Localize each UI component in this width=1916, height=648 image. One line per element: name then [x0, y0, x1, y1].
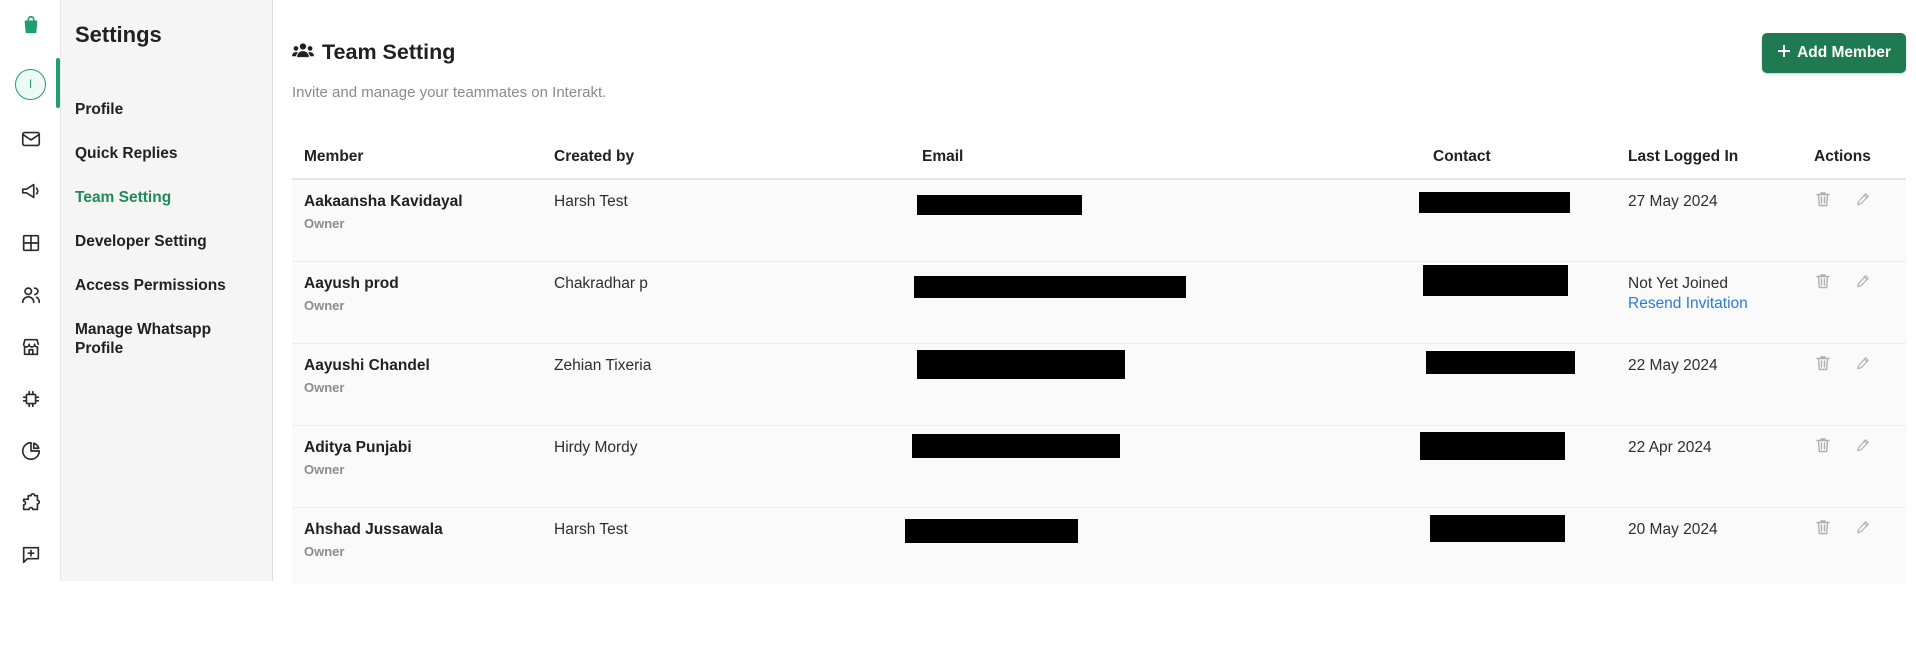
sidebar-item-developer-setting[interactable]: Developer Setting [75, 232, 265, 251]
trash-icon[interactable] [1814, 190, 1832, 208]
member-role: Owner [304, 462, 345, 477]
page-subtitle: Invite and manage your teammates on Inte… [292, 84, 607, 101]
table-row: Aditya Punjabi Owner Hirdy Mordy 22 Apr … [292, 426, 1906, 508]
member-name: Aayush prod [304, 275, 399, 292]
email-redacted [912, 434, 1120, 458]
contact-redacted [1419, 192, 1570, 213]
email-redacted [914, 276, 1186, 298]
column-header-created-by: Created by [554, 148, 635, 165]
table-row: Aayush prod Owner Chakradhar p Not Yet J… [292, 262, 1906, 344]
column-header-last-logged-in: Last Logged In [1628, 148, 1739, 165]
pencil-icon[interactable] [1854, 436, 1872, 454]
member-name: Aayushi Chandel [304, 357, 430, 374]
member-role: Owner [304, 380, 345, 395]
created-by: Chakradhar p [554, 275, 648, 292]
users-icon[interactable] [0, 273, 61, 317]
resend-invitation-link[interactable]: Resend Invitation [1628, 295, 1748, 313]
pencil-icon[interactable] [1854, 354, 1872, 372]
column-header-contact: Contact [1433, 148, 1491, 165]
message-plus-icon[interactable] [0, 533, 61, 577]
megaphone-icon[interactable] [0, 169, 61, 213]
last-logged-in: 22 Apr 2024 [1628, 439, 1712, 456]
team-icon [292, 40, 314, 65]
sidebar-item-manage-whatsapp-profile[interactable]: Manage Whatsapp Profile [75, 320, 225, 358]
main-content: Team Setting Invite and manage your team… [292, 0, 1908, 584]
settings-sidebar: Settings Profile Quick Replies Team Sett… [61, 0, 273, 581]
sidebar-title: Settings [75, 22, 162, 47]
contact-redacted [1420, 432, 1565, 460]
member-name: Aakaansha Kavidayal [304, 193, 463, 210]
contact-redacted [1430, 515, 1565, 542]
created-by: Hirdy Mordy [554, 439, 638, 456]
store-icon[interactable] [0, 325, 61, 369]
sidebar-item-quick-replies[interactable]: Quick Replies [75, 144, 265, 163]
icon-rail: I [0, 0, 61, 581]
shopping-bag-icon[interactable] [0, 3, 61, 47]
team-table: Member Created by Email Contact Last Log… [292, 140, 1906, 584]
table-row: Aakaansha Kavidayal Owner Harsh Test 27 … [292, 180, 1906, 262]
created-by: Harsh Test [554, 521, 628, 538]
avatar: I [15, 68, 46, 100]
pencil-icon[interactable] [1854, 518, 1872, 536]
member-role: Owner [304, 216, 345, 231]
column-header-email: Email [922, 148, 964, 165]
mail-icon[interactable] [0, 117, 61, 161]
trash-icon[interactable] [1814, 436, 1832, 454]
trash-icon[interactable] [1814, 272, 1832, 290]
created-by: Harsh Test [554, 193, 628, 210]
table-row: Aayushi Chandel Owner Zehian Tixeria 22 … [292, 344, 1906, 426]
profile-avatar[interactable]: I [0, 62, 61, 106]
sidebar-item-profile[interactable]: Profile [75, 100, 265, 119]
plus-icon [1777, 44, 1791, 63]
contact-redacted [1423, 265, 1568, 296]
add-member-button[interactable]: Add Member [1762, 33, 1906, 73]
settings-nav: Profile Quick Replies Team Setting Devel… [75, 100, 265, 383]
table-header: Member Created by Email Contact Last Log… [292, 140, 1906, 180]
contact-redacted [1426, 351, 1575, 374]
add-member-label: Add Member [1797, 44, 1891, 61]
member-name: Aditya Punjabi [304, 439, 412, 456]
last-logged-in: 27 May 2024 [1628, 193, 1718, 210]
pie-chart-icon[interactable] [0, 429, 61, 473]
column-header-actions: Actions [1814, 148, 1871, 165]
page-title-text: Team Setting [322, 40, 456, 64]
puzzle-icon[interactable] [0, 481, 61, 525]
pencil-icon[interactable] [1854, 272, 1872, 290]
email-redacted [917, 195, 1082, 215]
chip-icon[interactable] [0, 377, 61, 421]
rail-active-indicator [56, 58, 60, 108]
member-role: Owner [304, 298, 345, 313]
sidebar-item-access-permissions[interactable]: Access Permissions [75, 276, 265, 295]
pencil-icon[interactable] [1854, 190, 1872, 208]
sidebar-item-team-setting[interactable]: Team Setting [75, 188, 265, 207]
member-role: Owner [304, 544, 345, 559]
trash-icon[interactable] [1814, 354, 1832, 372]
grid-icon[interactable] [0, 221, 61, 265]
table-row: Ahshad Jussawala Owner Harsh Test 20 May… [292, 508, 1906, 584]
last-logged-in: Not Yet Joined [1628, 275, 1728, 292]
page-title: Team Setting [292, 40, 455, 65]
email-redacted [917, 350, 1125, 379]
trash-icon[interactable] [1814, 518, 1832, 536]
member-name: Ahshad Jussawala [304, 521, 443, 538]
app-root: I Settings Profile Quick Replies Team Se… [0, 0, 1916, 648]
last-logged-in: 20 May 2024 [1628, 521, 1718, 538]
created-by: Zehian Tixeria [554, 357, 652, 374]
last-logged-in: 22 May 2024 [1628, 357, 1718, 374]
email-redacted [905, 519, 1078, 543]
column-header-member: Member [304, 148, 364, 165]
